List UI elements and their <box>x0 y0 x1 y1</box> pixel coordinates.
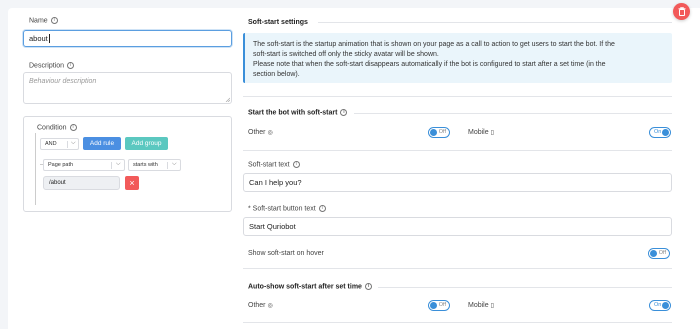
info-icon: i <box>292 161 300 168</box>
description-label: Description i <box>29 62 75 70</box>
chevron-down-icon: ⌵ <box>172 161 177 167</box>
mobile-icon: ▯ <box>490 130 494 136</box>
toggle-knob <box>662 129 669 136</box>
divider <box>243 322 672 323</box>
info-icon: i <box>340 109 348 116</box>
add-rule-label: Add rule <box>89 140 115 147</box>
add-group-label: Add group <box>131 140 162 147</box>
description-label-text: Description <box>29 62 65 70</box>
softstart-text-label: Soft-start text i <box>248 161 300 168</box>
add-group-button[interactable]: Add group <box>125 137 168 150</box>
softstart-text-label-text: Soft-start text <box>248 161 290 169</box>
notice-line: Please note that when the soft-start dis… <box>253 61 606 68</box>
notice-line: soft-start is switched off only the stic… <box>253 51 439 58</box>
mobile-icon: ▯ <box>490 303 494 309</box>
auto-mobile-toggle[interactable]: On <box>649 300 671 311</box>
auto-mobile-label-text: Mobile <box>468 302 489 309</box>
remove-rule-button[interactable]: × <box>125 176 139 190</box>
hover-label: Show soft-start on hover <box>248 250 324 257</box>
text-caret <box>48 34 50 43</box>
auto-mobile-label: Mobile ▯ <box>468 302 494 309</box>
value-input-text: /about <box>49 180 66 186</box>
toggle-state: On <box>654 129 662 135</box>
toggle-state: On <box>654 302 662 308</box>
chevron-down-icon: ⌵ <box>116 161 121 167</box>
autoshow-title: Auto-show soft-start after set time i <box>248 283 372 290</box>
start-with-softstart-title: Start the bot with soft-start i <box>248 109 348 117</box>
info-icon: i <box>50 17 58 24</box>
device-icon: ◎ <box>267 130 273 136</box>
toggle-knob <box>430 129 437 136</box>
button-text-label: * Soft-start button text i <box>248 205 326 212</box>
toggle-state: Off <box>438 302 446 308</box>
add-rule-button[interactable]: Add rule <box>83 137 121 150</box>
notice-line: The soft-start is the startup animation … <box>253 41 615 48</box>
divider <box>243 96 672 97</box>
resize-handle-icon[interactable] <box>225 97 230 102</box>
condition-tree-line <box>35 133 36 205</box>
other-device-label: Other ◎ <box>248 129 273 136</box>
divider <box>243 268 672 269</box>
divider <box>378 287 672 288</box>
info-icon: i <box>364 283 372 290</box>
divider <box>243 150 672 151</box>
mobile-label-text: Mobile <box>468 129 489 136</box>
close-icon: × <box>129 178 135 188</box>
chevron-down-icon: ⌵ <box>71 140 76 146</box>
device-icon: ◎ <box>267 303 273 309</box>
toggle-knob <box>650 250 657 257</box>
auto-other-label-text: Other <box>248 302 266 309</box>
operator-select[interactable]: AND ⌵ <box>40 138 79 150</box>
description-textarea[interactable]: Behaviour description <box>23 72 232 104</box>
name-label-text: Name <box>29 17 48 25</box>
button-text-label-text: * Soft-start button text <box>248 205 316 213</box>
hover-softstart-toggle[interactable]: Off <box>648 248 670 259</box>
softstart-button-text-input[interactable]: Start Quriobot <box>243 217 672 236</box>
condition-tree-branch <box>40 164 43 165</box>
auto-other-label: Other ◎ <box>248 302 273 309</box>
condition-label-text: Condition <box>37 124 67 132</box>
name-input[interactable]: about <box>23 30 232 47</box>
toggle-state: Off <box>658 250 666 256</box>
divider <box>354 113 672 114</box>
toggle-state: Off <box>438 129 446 135</box>
select-separator <box>67 141 68 148</box>
auto-other-toggle[interactable]: Off <box>428 300 450 311</box>
description-placeholder: Behaviour description <box>29 78 97 85</box>
other-softstart-toggle[interactable]: Off <box>428 127 450 138</box>
softstart-settings-title: Soft-start settings <box>248 19 308 26</box>
comparator-value: starts with <box>133 162 158 168</box>
start-title-text: Start the bot with soft-start <box>248 109 338 117</box>
select-separator <box>167 162 168 169</box>
other-label-text: Other <box>248 129 266 136</box>
button-text-value: Start Quriobot <box>249 222 296 231</box>
value-input[interactable]: /about <box>43 176 120 190</box>
name-input-value: about <box>29 34 48 43</box>
condition-label: Condition i <box>37 124 77 131</box>
operator-value: AND <box>45 141 57 147</box>
info-icon: i <box>318 205 326 212</box>
divider <box>318 22 672 23</box>
mobile-softstart-toggle[interactable]: On <box>649 127 671 138</box>
field-select[interactable]: Page path ⌵ <box>43 159 125 171</box>
toggle-knob <box>662 302 669 309</box>
name-label: Name i <box>29 17 58 24</box>
comparator-select[interactable]: starts with ⌵ <box>128 159 181 171</box>
softstart-text-value: Can I help you? <box>249 178 302 187</box>
info-icon: i <box>67 62 75 69</box>
toggle-knob <box>430 302 437 309</box>
info-icon: i <box>69 124 77 131</box>
autoshow-title-text: Auto-show soft-start after set time <box>248 283 362 291</box>
softstart-notice: The soft-start is the startup animation … <box>243 33 672 83</box>
delete-button[interactable] <box>673 3 690 20</box>
mobile-device-label: Mobile ▯ <box>468 129 494 136</box>
select-separator <box>111 162 112 169</box>
notice-line: section below). <box>253 71 300 78</box>
trash-icon <box>678 7 685 16</box>
field-value: Page path <box>48 162 74 168</box>
softstart-text-input[interactable]: Can I help you? <box>243 173 672 192</box>
